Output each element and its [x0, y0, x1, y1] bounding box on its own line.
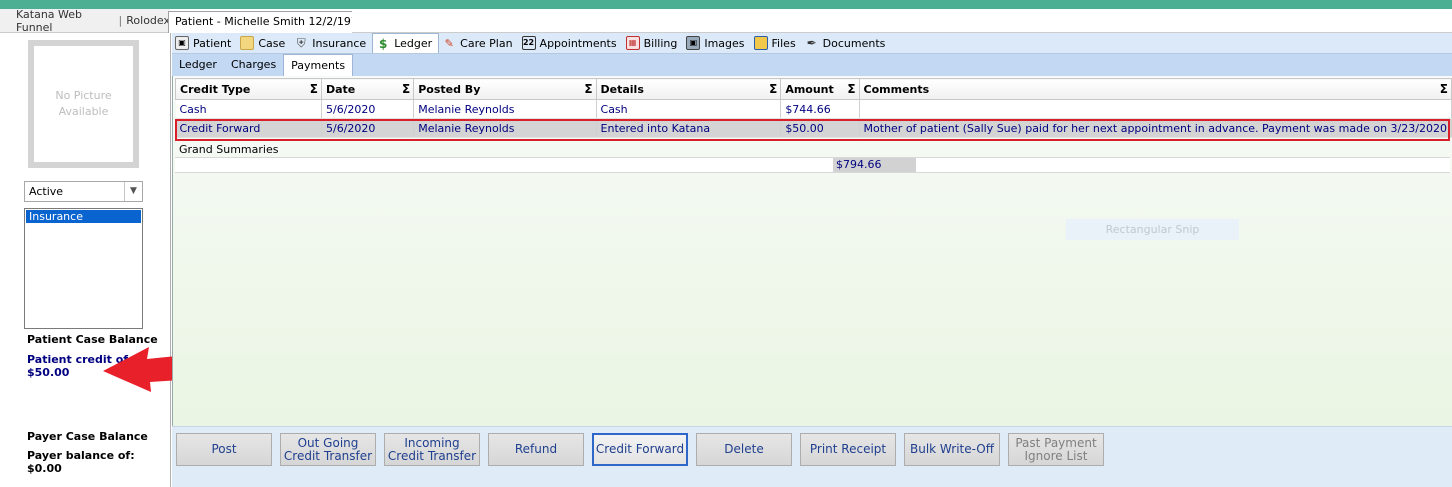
payments-table: Credit Type Σ Date Σ Posted By Σ Details Σ A… — [175, 78, 1452, 138]
cell-details[interactable]: Cash — [596, 99, 782, 119]
cell-credit-type[interactable]: Credit Forward — [175, 118, 322, 138]
column-header-date[interactable]: Date Σ — [320, 78, 415, 100]
no-picture-placeholder[interactable]: No Picture Available — [28, 40, 139, 168]
tab-documents[interactable]: ✒ Documents — [802, 33, 892, 53]
cell-comments[interactable] — [859, 99, 1452, 119]
subtab-payments[interactable]: Payments — [283, 54, 354, 76]
sigma-icon[interactable]: Σ — [310, 82, 318, 96]
files-icon — [753, 36, 768, 50]
folder-icon — [240, 36, 255, 50]
sigma-icon[interactable]: Σ — [847, 82, 855, 96]
case-list-item[interactable]: Insurance — [26, 210, 141, 223]
table-row-selected[interactable]: Credit Forward 5/6/2020 Melanie Reynolds… — [175, 118, 1452, 138]
pen-icon: ✒ — [806, 36, 817, 50]
grand-summaries-label: Grand Summaries — [179, 143, 279, 156]
past-payment-ignore-list-button[interactable]: Past Payment Ignore List — [1008, 433, 1104, 466]
column-header-comments[interactable]: Comments Σ — [858, 78, 1452, 100]
dollar-icon: $ — [379, 36, 388, 51]
credit-forward-button[interactable]: Credit Forward — [592, 433, 688, 466]
tab-care-plan[interactable]: ✎ Care Plan — [439, 33, 518, 53]
chevron-down-icon[interactable]: ▼ — [124, 182, 142, 201]
status-value: Active — [29, 185, 64, 198]
tab-separator: | — [118, 14, 123, 27]
table-row[interactable]: Cash 5/6/2020 Melanie Reynolds Cash $744… — [175, 99, 1452, 119]
cell-posted-by[interactable]: Melanie Reynolds — [413, 118, 597, 138]
cell-comments[interactable]: Mother of patient (Sally Sue) paid for h… — [859, 118, 1452, 138]
tab-katana-web-funnel[interactable]: Katana Web Funnel — [16, 8, 115, 34]
column-header-amount[interactable]: Amount Σ — [780, 78, 860, 100]
patient-card-icon: ▣ — [175, 36, 189, 50]
tab-rolodex[interactable]: Rolodex — [126, 14, 170, 27]
tabs-strip — [352, 9, 1452, 33]
status-dropdown[interactable]: Active ▼ — [24, 181, 143, 202]
sigma-icon[interactable]: Σ — [402, 82, 410, 96]
ledger-sub-tab-bar: Ledger Charges Payments — [172, 54, 1452, 76]
cell-details[interactable]: Entered into Katana — [596, 118, 782, 138]
payer-case-balance-title: Payer Case Balance — [27, 430, 148, 443]
incoming-credit-transfer-button[interactable]: Incoming Credit Transfer — [384, 433, 480, 466]
sigma-icon[interactable]: Σ — [584, 82, 592, 96]
care-plan-icon: ✎ — [444, 36, 454, 50]
rectangular-snip-overlay: Rectangular Snip — [1066, 219, 1239, 240]
table-header-row: Credit Type Σ Date Σ Posted By Σ Details Σ A… — [175, 78, 1452, 100]
print-receipt-button[interactable]: Print Receipt — [800, 433, 896, 466]
module-tab-bar: ▣ Patient Case ⛨ Insurance $ Ledger ✎ Care P… — [172, 33, 1452, 54]
tab-ledger[interactable]: $ Ledger — [372, 33, 440, 53]
column-header-posted-by[interactable]: Posted By Σ — [413, 78, 597, 100]
shield-icon: ⛨ — [296, 36, 306, 50]
patient-case-balance-title: Patient Case Balance — [27, 333, 158, 346]
calendar-icon: 22 — [521, 36, 536, 50]
tab-images[interactable]: ▣ Images — [683, 33, 750, 53]
tab-files[interactable]: Files — [751, 33, 802, 53]
payments-grid-area: Credit Type Σ Date Σ Posted By Σ Details Σ A… — [172, 76, 1452, 426]
cell-date[interactable]: 5/6/2020 — [321, 118, 415, 138]
grand-summary-row: $794.66 — [175, 157, 1450, 173]
column-header-credit-type[interactable]: Credit Type Σ — [175, 78, 322, 100]
post-button[interactable]: Post — [176, 433, 272, 466]
sigma-icon[interactable]: Σ — [1440, 82, 1448, 96]
case-list[interactable]: Insurance — [24, 208, 143, 329]
app-top-bar — [0, 0, 1452, 9]
cell-posted-by[interactable]: Melanie Reynolds — [413, 99, 597, 119]
patient-side-panel: No Picture Available Active ▼ Insurance … — [0, 33, 171, 487]
delete-button[interactable]: Delete — [696, 433, 792, 466]
subtab-ledger[interactable]: Ledger — [172, 54, 224, 76]
top-nav: Katana Web Funnel | Rolodex — [0, 8, 170, 34]
tab-patient[interactable]: ▣ Patient — [172, 33, 237, 53]
action-button-bar: Post Out Going Credit Transfer Incoming … — [172, 426, 1452, 487]
cell-date[interactable]: 5/6/2020 — [321, 99, 415, 119]
outgoing-credit-transfer-button[interactable]: Out Going Credit Transfer — [280, 433, 376, 466]
billing-icon: ▦ — [625, 36, 640, 50]
grand-total-amount: $794.66 — [833, 158, 916, 172]
sigma-icon[interactable]: Σ — [769, 82, 777, 96]
cell-amount[interactable]: $50.00 — [780, 118, 860, 138]
payer-balance-amount: Payer balance of: $0.00 — [27, 449, 135, 475]
tab-patient-record[interactable]: Patient - Michelle Smith 12/2/1977 — [168, 11, 372, 33]
tab-appointments[interactable]: 22 Appointments — [519, 33, 623, 53]
tab-insurance[interactable]: ⛨ Insurance — [291, 33, 372, 53]
cell-credit-type[interactable]: Cash — [175, 99, 322, 119]
images-icon: ▣ — [686, 36, 701, 50]
cell-amount[interactable]: $744.66 — [780, 99, 860, 119]
refund-button[interactable]: Refund — [488, 433, 584, 466]
column-header-details[interactable]: Details Σ — [595, 78, 782, 100]
tab-billing[interactable]: ▦ Billing — [623, 33, 684, 53]
bulk-write-off-button[interactable]: Bulk Write-Off — [904, 433, 1000, 466]
subtab-charges[interactable]: Charges — [224, 54, 283, 76]
tab-case[interactable]: Case — [237, 33, 291, 53]
